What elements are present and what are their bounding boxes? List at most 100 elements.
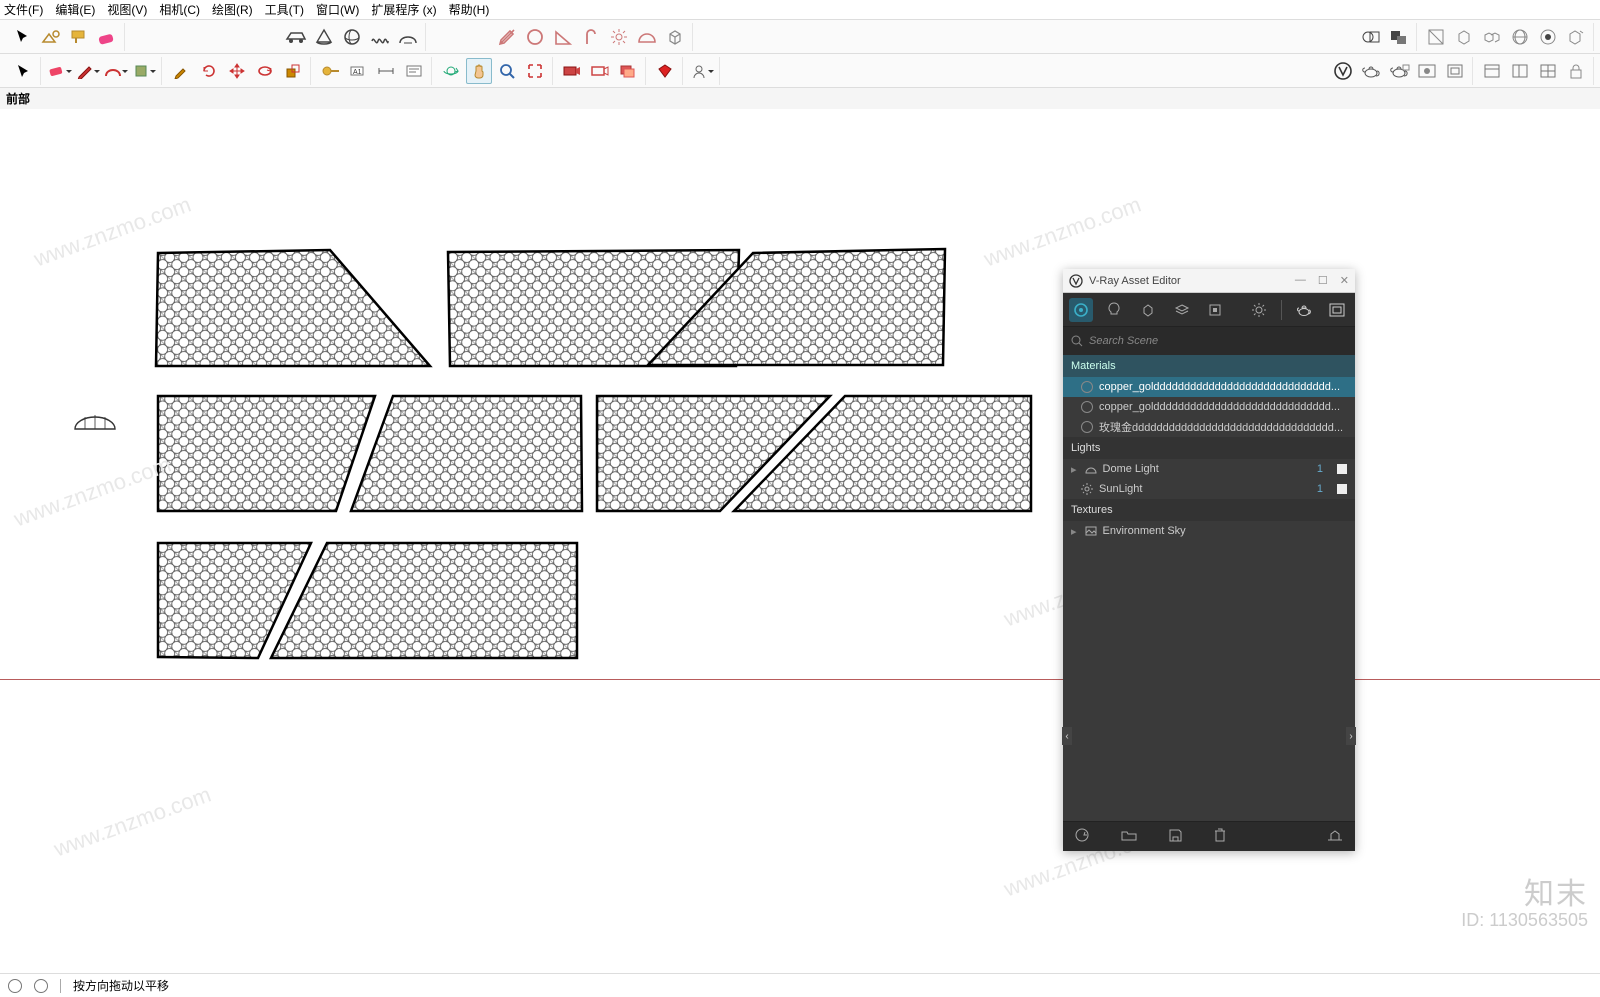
frame-icon[interactable] <box>1423 24 1449 50</box>
slides-icon[interactable] <box>615 58 641 84</box>
vray-material-item[interactable]: 玫瑰金ddddddddddddddddddddddddddddddddd... <box>1063 417 1355 437</box>
vray-collapse-left-icon[interactable]: ‹ <box>1062 727 1072 745</box>
menu-extensions[interactable]: 扩展程序 (x) <box>371 1 436 18</box>
cane-icon[interactable] <box>578 24 604 50</box>
vray-material-item[interactable]: copper_golddddddddddddddddddddddddddddd.… <box>1063 397 1355 417</box>
camera-a-icon[interactable] <box>559 58 585 84</box>
car-icon[interactable] <box>283 24 309 50</box>
vray-frame-buffer-icon[interactable] <box>1325 298 1349 322</box>
zoom-icon[interactable] <box>494 58 520 84</box>
vray-titlebar[interactable]: V-Ray Asset Editor — ☐ ✕ <box>1063 269 1355 293</box>
globe-icon[interactable] <box>1507 24 1533 50</box>
vray-foot-open-icon[interactable] <box>1121 829 1137 844</box>
vray-tab-lights-icon[interactable] <box>1103 298 1127 322</box>
orbit-icon[interactable] <box>438 58 464 84</box>
label-icon[interactable]: A1 <box>345 58 371 84</box>
minimize-icon[interactable]: — <box>1295 274 1306 287</box>
vray-tab-textures-icon[interactable] <box>1204 298 1228 322</box>
vray-tab-settings-icon[interactable] <box>1247 298 1271 322</box>
erase-icon[interactable] <box>94 24 120 50</box>
vray-teapot-a-icon[interactable] <box>1358 58 1384 84</box>
status-icon-a[interactable] <box>8 979 22 993</box>
vray-tab-materials-icon[interactable] <box>1069 298 1093 322</box>
box3d-icon[interactable] <box>1451 24 1477 50</box>
region-a-icon[interactable] <box>1358 24 1384 50</box>
vray-foot-purge-icon[interactable] <box>1327 829 1343 844</box>
arrow-tool-icon[interactable] <box>10 58 36 84</box>
rotate-icon[interactable] <box>252 58 278 84</box>
menu-tools[interactable]: 工具(T) <box>265 1 304 18</box>
light-enable-toggle[interactable] <box>1337 484 1347 494</box>
vray-tab-geometry-icon[interactable] <box>1136 298 1160 322</box>
paint-tool-icon[interactable] <box>131 58 157 84</box>
maximize-icon[interactable]: ☐ <box>1318 274 1328 287</box>
camera-b-icon[interactable] <box>587 58 613 84</box>
menu-edit[interactable]: 编辑(E) <box>55 1 95 18</box>
status-icon-b[interactable] <box>34 979 48 993</box>
menu-window[interactable]: 窗口(W) <box>316 1 359 18</box>
vray-materials-header[interactable]: Materials <box>1063 355 1355 377</box>
vray-texture-item[interactable]: ▸ Environment Sky <box>1063 521 1355 541</box>
vray-light-item[interactable]: ▸ Dome Light 1 <box>1063 459 1355 479</box>
batch-box-icon[interactable] <box>1563 24 1589 50</box>
vray-render-teapot-icon[interactable] <box>1292 298 1316 322</box>
close-icon[interactable]: ✕ <box>1340 274 1349 287</box>
vray-search[interactable]: Search Scene <box>1063 327 1355 355</box>
spin-icon[interactable] <box>196 58 222 84</box>
vray-light-item[interactable]: SunLight 1 <box>1063 479 1355 499</box>
vray-material-item[interactable]: copper_golddddddddddddddddddddddddddddd.… <box>1063 377 1355 397</box>
tape-icon[interactable] <box>317 58 343 84</box>
vray-asset-editor[interactable]: V-Ray Asset Editor — ☐ ✕ Search Scene Ma… <box>1063 269 1355 851</box>
menu-help[interactable]: 帮助(H) <box>449 1 490 18</box>
menu-camera[interactable]: 相机(C) <box>159 1 200 18</box>
circle-icon[interactable] <box>522 24 548 50</box>
dropper-icon[interactable] <box>168 58 194 84</box>
viewport[interactable]: www.znzmo.com www.znzmo.com www.znzmo.co… <box>0 109 1600 949</box>
vray-lock-icon[interactable] <box>1563 58 1589 84</box>
dome-icon[interactable] <box>634 24 660 50</box>
arc-tool-icon[interactable] <box>103 58 129 84</box>
vray-expand-right-icon[interactable]: › <box>1346 727 1356 745</box>
move-icon[interactable] <box>224 58 250 84</box>
target-icon[interactable] <box>1535 24 1561 50</box>
vray-tab-layers-icon[interactable] <box>1170 298 1194 322</box>
vray-foot-save-icon[interactable] <box>1169 829 1182 845</box>
wedge-icon[interactable] <box>550 24 576 50</box>
pan-hand-icon[interactable] <box>466 58 492 84</box>
vray-logo-icon[interactable] <box>1330 58 1356 84</box>
dim-icon[interactable] <box>373 58 399 84</box>
vray-pane-a-icon[interactable] <box>1479 58 1505 84</box>
text-icon[interactable] <box>401 58 427 84</box>
ball-icon[interactable] <box>339 24 365 50</box>
menu-file[interactable]: 文件(F) <box>4 1 43 18</box>
light-enable-toggle[interactable] <box>1337 464 1347 474</box>
eraser-tool-icon[interactable] <box>47 58 73 84</box>
trowel-icon[interactable] <box>494 24 520 50</box>
sun-icon[interactable] <box>606 24 632 50</box>
vray-pane-b-icon[interactable] <box>1507 58 1533 84</box>
zoom-extents-icon[interactable] <box>522 58 548 84</box>
scale-icon[interactable] <box>280 58 306 84</box>
pencil-tool-icon[interactable] <box>75 58 101 84</box>
cube-icon[interactable] <box>662 24 688 50</box>
cone-icon[interactable] <box>311 24 337 50</box>
vray-frame-icon[interactable] <box>1442 58 1468 84</box>
select-tool-icon[interactable] <box>10 24 36 50</box>
menu-view[interactable]: 视图(V) <box>107 1 147 18</box>
vray-foot-delete-icon[interactable] <box>1214 828 1226 845</box>
vray-teapot-b-icon[interactable] <box>1386 58 1412 84</box>
paint-icon[interactable] <box>66 24 92 50</box>
ruby-icon[interactable] <box>652 58 678 84</box>
components-icon[interactable] <box>38 24 64 50</box>
menu-draw[interactable]: 绘图(R) <box>212 1 253 18</box>
vray-pane-c-icon[interactable] <box>1535 58 1561 84</box>
spring-icon[interactable] <box>367 24 393 50</box>
vray-textures-header[interactable]: Textures <box>1063 499 1355 521</box>
vray-mat-preview-icon[interactable] <box>1414 58 1440 84</box>
vray-foot-new-icon[interactable] <box>1075 828 1089 845</box>
user-icon[interactable] <box>689 58 715 84</box>
region-b-icon[interactable] <box>1386 24 1412 50</box>
arc3d-icon[interactable] <box>395 24 421 50</box>
boxes-icon[interactable] <box>1479 24 1505 50</box>
vray-lights-header[interactable]: Lights <box>1063 437 1355 459</box>
